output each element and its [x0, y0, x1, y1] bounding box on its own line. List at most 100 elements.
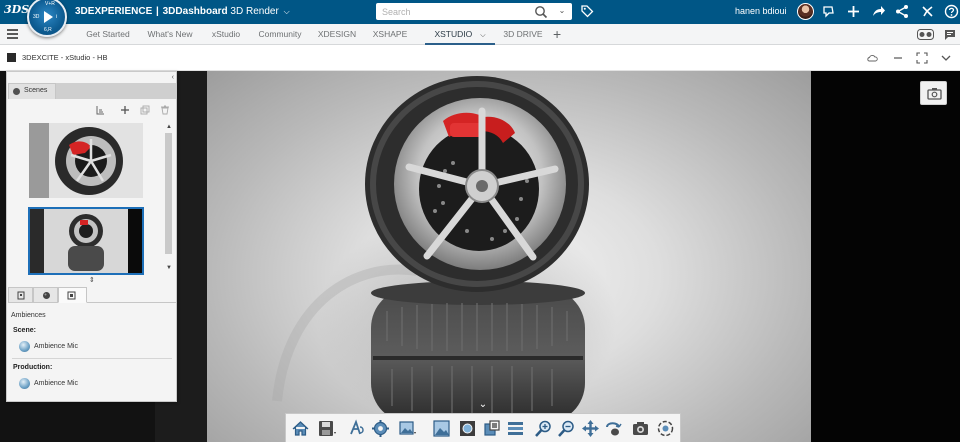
search-icon[interactable] — [534, 5, 548, 19]
search-bar: ⌄ — [376, 3, 572, 20]
image-icon[interactable] — [432, 419, 451, 438]
play-icon — [44, 11, 53, 23]
compass-top-label: V+R — [45, 1, 55, 7]
resize-handle-icon[interactable]: ⇕ — [89, 276, 95, 284]
tab-get-started[interactable]: Get Started — [82, 24, 134, 45]
add-scene-icon[interactable] — [120, 105, 130, 115]
chevron-down-icon[interactable]: ⌵ — [284, 7, 290, 16]
avatar[interactable] — [797, 3, 814, 20]
scene-thumbnail-selected[interactable] — [28, 207, 144, 275]
capture-icon[interactable] — [482, 419, 501, 438]
chevron-down-icon[interactable] — [940, 52, 952, 64]
minimize-icon[interactable] — [892, 52, 904, 64]
pan-icon[interactable] — [581, 419, 600, 438]
add-tab-icon[interactable]: + — [553, 27, 561, 41]
tab-label: Community — [258, 29, 302, 39]
section-title: Ambiences — [11, 312, 46, 319]
menu-icon[interactable] — [7, 29, 18, 39]
scene-label: Scene: — [13, 327, 36, 334]
view-toolbar — [285, 413, 681, 442]
help-icon[interactable] — [944, 4, 959, 19]
cloud-icon[interactable] — [866, 52, 878, 64]
home-icon[interactable] — [291, 419, 310, 438]
tab-community[interactable]: Community — [254, 24, 306, 45]
render-style-icon[interactable] — [348, 419, 367, 438]
brand-separator: | — [156, 6, 159, 17]
brand-app-name: 3D Render — [230, 6, 279, 17]
tab-strip — [56, 83, 176, 99]
tab-xstudio[interactable]: xStudio — [206, 24, 246, 45]
chat-icon[interactable] — [944, 29, 956, 41]
app-title-bar: 3DEXCITE - xStudio - HB — [0, 45, 960, 71]
app-title: 3DEXCITE - xStudio - HB — [22, 53, 108, 62]
zoom-in-icon[interactable] — [534, 419, 553, 438]
tag-icon[interactable] — [580, 4, 594, 18]
ambience-icon — [67, 291, 76, 300]
tab-ambiences[interactable] — [58, 287, 87, 303]
layers-icon[interactable] — [506, 419, 525, 438]
zoom-out-icon[interactable] — [557, 419, 576, 438]
tab-xshape[interactable]: XSHAPE — [368, 24, 412, 45]
ambience-name: Ambience Mic — [34, 380, 78, 387]
tab-label: XSHAPE — [372, 29, 408, 39]
camera-settings-button[interactable] — [920, 81, 947, 105]
speech-bubble-icon[interactable] — [821, 4, 836, 19]
fullscreen-icon[interactable] — [916, 52, 928, 64]
vr-goggles-icon[interactable] — [917, 29, 934, 40]
brand-title[interactable]: 3DEXPERIENCE | 3DDashboard 3D Render ⌵ — [75, 5, 290, 19]
environment-icon[interactable] — [458, 419, 477, 438]
delete-icon[interactable] — [160, 105, 170, 115]
scene-thumbnail[interactable] — [29, 123, 143, 198]
tab-3d-drive[interactable]: 3D DRIVE — [502, 24, 544, 45]
scrollbar-thumb[interactable] — [165, 133, 172, 254]
sort-icon[interactable] — [95, 105, 105, 115]
search-dropdown-icon[interactable]: ⌄ — [556, 5, 568, 17]
settings-icon[interactable] — [371, 419, 390, 438]
tab-materials[interactable] — [33, 287, 58, 303]
scene-thumbnail-image — [30, 209, 142, 273]
scenes-panel: ‹ Scenes ▲ ▼ ⇕ Ambiences Scene: Ambience… — [6, 71, 177, 402]
front-wheel — [365, 76, 589, 292]
brand-dashboard: 3DDashboard — [162, 6, 228, 17]
tab-xstudio-active[interactable]: XSTUDIO ⌵ — [425, 24, 495, 45]
share-icon[interactable] — [871, 4, 886, 19]
tab-scene-settings[interactable] — [8, 287, 33, 303]
scenes-icon — [13, 88, 20, 95]
reframe-icon[interactable] — [656, 419, 675, 438]
plus-icon[interactable] — [846, 4, 861, 19]
material-icon — [43, 292, 50, 299]
tab-whats-new[interactable]: What's New — [142, 24, 198, 45]
scene-image-icon[interactable] — [398, 419, 417, 438]
document-icon — [17, 291, 25, 300]
tab-label: XDESIGN — [317, 29, 357, 39]
collapse-icon[interactable]: ‹ — [172, 74, 174, 81]
dashboard-tab-bar: Get Started What's New xStudio Community… — [0, 24, 960, 45]
tab-xdesign[interactable]: XDESIGN — [314, 24, 360, 45]
apps-icon[interactable] — [920, 4, 935, 19]
save-icon[interactable] — [317, 419, 336, 438]
chevron-down-icon[interactable]: ⌄ — [477, 399, 489, 410]
compass-right-label: i — [56, 14, 58, 20]
ambience-name: Ambience Mic — [34, 343, 78, 350]
search-input[interactable] — [376, 3, 526, 20]
duplicate-icon[interactable] — [140, 105, 150, 115]
camera-icon — [927, 88, 942, 100]
tab-label: xStudio — [211, 29, 241, 39]
rotate-icon[interactable] — [604, 419, 623, 438]
camera-icon[interactable] — [631, 419, 650, 438]
tab-label: XSTUDIO — [434, 29, 473, 39]
tab-label: What's New — [147, 29, 193, 39]
network-icon[interactable] — [895, 4, 910, 19]
tab-label: 3D DRIVE — [503, 29, 543, 39]
chevron-down-icon[interactable]: ⌵ — [480, 32, 485, 39]
scroll-down-icon[interactable]: ▼ — [166, 265, 172, 271]
3ds-logo[interactable]: 3DS — [4, 3, 29, 21]
brand-platform: 3DEXPERIENCE — [75, 6, 153, 17]
ambience-sphere-icon — [19, 378, 30, 389]
username[interactable]: hanen bdioui — [735, 6, 787, 16]
scroll-up-icon[interactable]: ▲ — [166, 124, 172, 130]
compass-bottom-label: 6,R — [44, 27, 52, 33]
thumbnail-scrollbar[interactable]: ▲ ▼ — [164, 124, 173, 274]
divider — [12, 358, 172, 359]
tab-scenes[interactable]: Scenes — [8, 83, 56, 99]
